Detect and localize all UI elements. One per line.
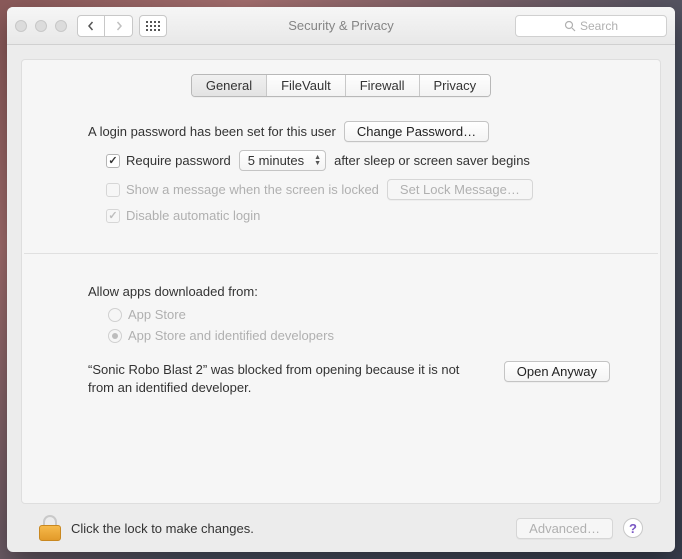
footer: Click the lock to make changes. Advanced… (21, 504, 661, 552)
show-message-checkbox (106, 183, 120, 197)
forward-button[interactable] (105, 15, 133, 37)
radio-appstore-label: App Store (128, 307, 186, 322)
content-area: General FileVault Firewall Privacy A log… (7, 45, 675, 552)
require-password-checkbox[interactable] (106, 154, 120, 168)
search-input[interactable]: Search (515, 15, 667, 37)
preferences-window: Security & Privacy Search General FileVa… (7, 7, 675, 552)
password-section: A login password has been set for this u… (22, 97, 660, 253)
back-button[interactable] (77, 15, 105, 37)
radio-appstore (108, 308, 122, 322)
blocked-app-message: “Sonic Robo Blast 2” was blocked from op… (88, 361, 488, 396)
set-lock-message-button: Set Lock Message… (387, 179, 533, 200)
tab-general[interactable]: General (192, 75, 267, 96)
radio-identified-label: App Store and identified developers (128, 328, 334, 343)
require-password-delay-select[interactable]: 5 minutes ▲▼ (239, 150, 326, 171)
radio-identified (108, 329, 122, 343)
grid-icon (146, 21, 160, 31)
tab-privacy[interactable]: Privacy (420, 75, 491, 96)
help-button[interactable]: ? (623, 518, 643, 538)
lock-icon[interactable] (39, 515, 61, 541)
require-password-label: Require password (126, 153, 231, 168)
minimize-icon[interactable] (35, 20, 47, 32)
allow-apps-label: Allow apps downloaded from: (88, 284, 610, 299)
traffic-lights (15, 20, 67, 32)
close-icon[interactable] (15, 20, 27, 32)
chevron-updown-icon: ▲▼ (314, 155, 321, 167)
show-message-label: Show a message when the screen is locked (126, 182, 379, 197)
password-set-label: A login password has been set for this u… (88, 124, 336, 139)
require-password-delay-value: 5 minutes (248, 153, 304, 168)
disable-auto-login-label: Disable automatic login (126, 208, 260, 223)
tab-firewall[interactable]: Firewall (346, 75, 420, 96)
titlebar: Security & Privacy Search (7, 7, 675, 45)
search-placeholder: Search (580, 19, 618, 33)
change-password-button[interactable]: Change Password… (344, 121, 489, 142)
tab-filevault[interactable]: FileVault (267, 75, 346, 96)
lock-hint-label: Click the lock to make changes. (71, 521, 254, 536)
require-password-suffix: after sleep or screen saver begins (334, 153, 530, 168)
gatekeeper-section: Allow apps downloaded from: App Store Ap… (22, 254, 660, 406)
show-all-button[interactable] (139, 15, 167, 37)
tab-bar: General FileVault Firewall Privacy (22, 74, 660, 97)
disable-auto-login-checkbox (106, 209, 120, 223)
zoom-icon[interactable] (55, 20, 67, 32)
search-icon (564, 20, 576, 32)
advanced-button[interactable]: Advanced… (516, 518, 613, 539)
open-anyway-button[interactable]: Open Anyway (504, 361, 610, 382)
main-panel: General FileVault Firewall Privacy A log… (21, 59, 661, 504)
